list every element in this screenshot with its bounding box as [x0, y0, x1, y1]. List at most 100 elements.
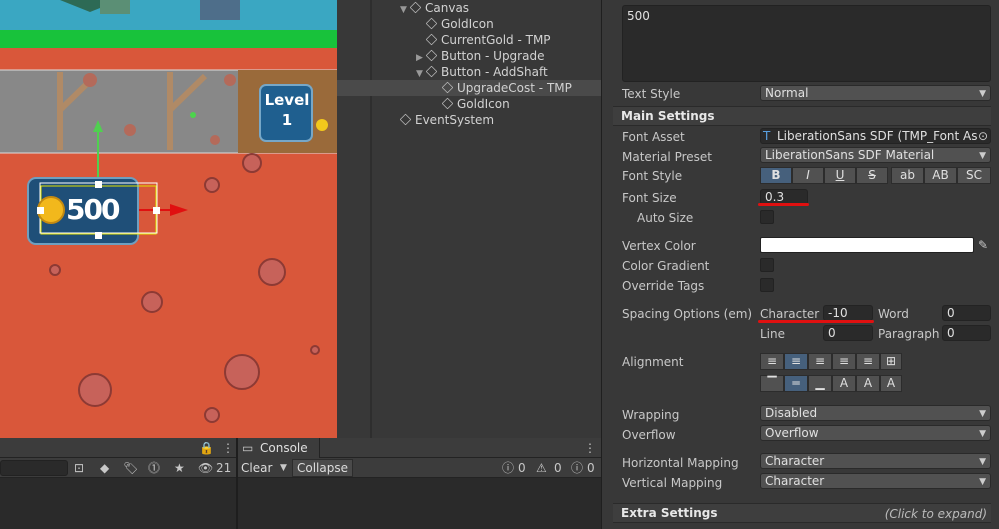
hierarchy-item-canvas[interactable]: ▼ Canvas — [400, 0, 469, 16]
console-tab-label: Console — [260, 441, 308, 455]
align-capline-icon[interactable]: A — [880, 375, 902, 392]
dropdown-arrow-icon: ▼ — [979, 151, 986, 161]
strikethrough-toggle[interactable]: S — [856, 167, 888, 184]
line-spacing-field[interactable]: 0 — [823, 325, 873, 341]
console-tab[interactable]: ▭ Console — [238, 438, 320, 458]
line-spacing-label: Line — [760, 327, 786, 341]
clear-button[interactable]: Clear — [241, 460, 272, 476]
align-left-icon[interactable]: ≡ — [760, 353, 784, 370]
horizontal-mapping-value: Character — [765, 454, 825, 468]
filter-type-icon[interactable]: ◆ — [100, 460, 109, 476]
align-middle-icon[interactable]: ═ — [784, 375, 808, 392]
italic-toggle[interactable]: I — [792, 167, 824, 184]
project-tabbar: 🔒 ⋮ — [0, 438, 236, 458]
underline-toggle[interactable]: U — [824, 167, 856, 184]
color-gradient-checkbox[interactable] — [760, 258, 774, 272]
material-preset-dropdown[interactable]: LiberationSans SDF Material ▼ — [760, 147, 991, 163]
align-midline-icon[interactable]: A — [856, 375, 880, 392]
align-top-icon[interactable]: ▔ — [760, 375, 784, 392]
hierarchy-panel: ▼ Canvas GoldIcon CurrentGold - TMP ▶ Butt… — [337, 0, 601, 438]
dropdown-arrow-icon: ▼ — [979, 457, 986, 467]
expand-arrow-icon[interactable]: ▼ — [400, 2, 410, 18]
material-preset-value: LiberationSans SDF Material — [765, 148, 935, 162]
log-info-icon[interactable]: ⓘ — [502, 460, 514, 476]
vertex-color-swatch[interactable] — [760, 237, 974, 253]
align-flush-icon[interactable]: ≡ — [856, 353, 880, 370]
extra-settings-header[interactable]: Extra Settings (Click to expand) — [613, 503, 991, 523]
dropdown-arrow-icon: ▼ — [979, 89, 986, 99]
hierarchy-item-goldicon-2[interactable]: GoldIcon — [441, 96, 510, 112]
inspector-panel: 500 Text Style Normal ▼ Main Settings Fon… — [601, 0, 999, 529]
hidden-eye-icon[interactable]: 👁 — [198, 460, 213, 476]
extra-settings-hint: (Click to expand) — [884, 507, 987, 521]
text-style-dropdown[interactable]: Normal ▼ — [760, 85, 991, 101]
hierarchy-item-goldicon[interactable]: GoldIcon — [425, 16, 494, 32]
font-asset-label: Font Asset — [622, 130, 685, 144]
vertex-color-label: Vertex Color — [622, 239, 696, 253]
text-style-value: Normal — [765, 86, 809, 100]
extra-settings-label: Extra Settings — [621, 506, 718, 520]
lock-icon[interactable]: 🔒 — [199, 440, 214, 456]
hierarchy-item-eventsystem[interactable]: EventSystem — [399, 112, 495, 128]
scene-view[interactable]: Level 1 500 — [0, 0, 337, 438]
override-tags-label: Override Tags — [622, 279, 705, 293]
favorite-star-icon[interactable]: ★ — [174, 460, 185, 476]
uppercase-toggle[interactable]: AB — [924, 167, 957, 184]
spacing-options-label: Spacing Options (em) — [622, 307, 753, 321]
align-bottom-icon[interactable]: ▁ — [808, 375, 832, 392]
console-more-menu-icon[interactable]: ⋮ — [584, 440, 596, 456]
log-error-icon[interactable]: ⓘ — [571, 460, 583, 476]
word-spacing-field[interactable]: 0 — [942, 305, 991, 321]
align-geometry-center-icon[interactable]: ⊞ — [880, 353, 902, 370]
annotation-underline — [758, 203, 809, 206]
label-tag-icon[interactable]: 🏷 — [123, 460, 138, 476]
align-justified-icon[interactable]: ≡ — [832, 353, 856, 370]
overflow-dropdown[interactable]: Overflow ▼ — [760, 425, 991, 441]
hierarchy-item-button-upgrade[interactable]: ▶ Button - Upgrade — [416, 48, 544, 64]
character-spacing-field[interactable]: -10 — [823, 305, 873, 321]
more-menu-icon[interactable]: ⋮ — [222, 440, 234, 456]
gold-value-text[interactable]: 500 — [66, 193, 120, 227]
lowercase-toggle[interactable]: ab — [891, 167, 924, 184]
project-search-input[interactable] — [0, 460, 68, 476]
font-size-label: Font Size — [622, 191, 677, 205]
text-style-label: Text Style — [622, 87, 681, 101]
paragraph-spacing-field[interactable]: 0 — [942, 325, 991, 341]
gameobject-icon — [425, 33, 438, 46]
auto-size-checkbox[interactable] — [760, 210, 774, 224]
collapse-button[interactable]: Collapse — [292, 459, 353, 477]
font-asset-field[interactable]: T LiberationSans SDF (TMP_Font Ass ⊙ — [760, 128, 991, 144]
override-tags-checkbox[interactable] — [760, 278, 774, 292]
clear-options-chevron-icon[interactable]: ▼ — [280, 460, 287, 476]
align-right-icon[interactable]: ≡ — [808, 353, 832, 370]
hierarchy-divider — [370, 0, 372, 438]
hierarchy-item-label: UpgradeCost - TMP — [457, 81, 572, 95]
hierarchy-item-currentgold[interactable]: CurrentGold - TMP — [425, 32, 551, 48]
main-settings-header[interactable]: Main Settings — [613, 106, 991, 126]
align-baseline-icon[interactable]: A — [832, 375, 856, 392]
log-count: 0 — [518, 461, 526, 475]
bold-toggle[interactable]: B — [760, 167, 792, 184]
hierarchy-item-label: EventSystem — [415, 113, 495, 127]
level-label: Level — [264, 91, 310, 109]
hierarchy-item-label: Button - Upgrade — [441, 49, 545, 63]
console-toolbar: Clear ▼ Collapse ⓘ 0 ⚠ 0 ⓘ 0 — [238, 458, 601, 478]
eyedropper-icon[interactable]: ✎ — [978, 237, 988, 253]
console-tabbar: ▭ Console ⋮ — [238, 438, 601, 458]
warning-filter-icon[interactable]: ⓵ — [148, 460, 160, 476]
hierarchy-item-upgradecost[interactable]: UpgradeCost - TMP — [441, 80, 572, 96]
smallcaps-toggle[interactable]: SC — [957, 167, 991, 184]
wrapping-dropdown[interactable]: Disabled ▼ — [760, 405, 991, 421]
text-input-area[interactable]: 500 — [622, 5, 991, 82]
search-by-type-icon[interactable]: ⊡ — [74, 460, 84, 476]
horizontal-mapping-dropdown[interactable]: Character ▼ — [760, 453, 991, 469]
auto-size-label: Auto Size — [637, 211, 694, 225]
gameobject-icon — [425, 65, 438, 78]
hierarchy-item-button-addshaft[interactable]: ▼ Button - AddShaft — [416, 64, 548, 80]
log-warning-icon[interactable]: ⚠ — [536, 460, 547, 476]
vertical-mapping-dropdown[interactable]: Character ▼ — [760, 473, 991, 489]
gameobject-icon — [409, 1, 422, 14]
scene-art — [0, 0, 337, 423]
align-center-icon[interactable]: ≡ — [784, 353, 808, 370]
object-picker-icon[interactable]: ⊙ — [977, 129, 988, 143]
